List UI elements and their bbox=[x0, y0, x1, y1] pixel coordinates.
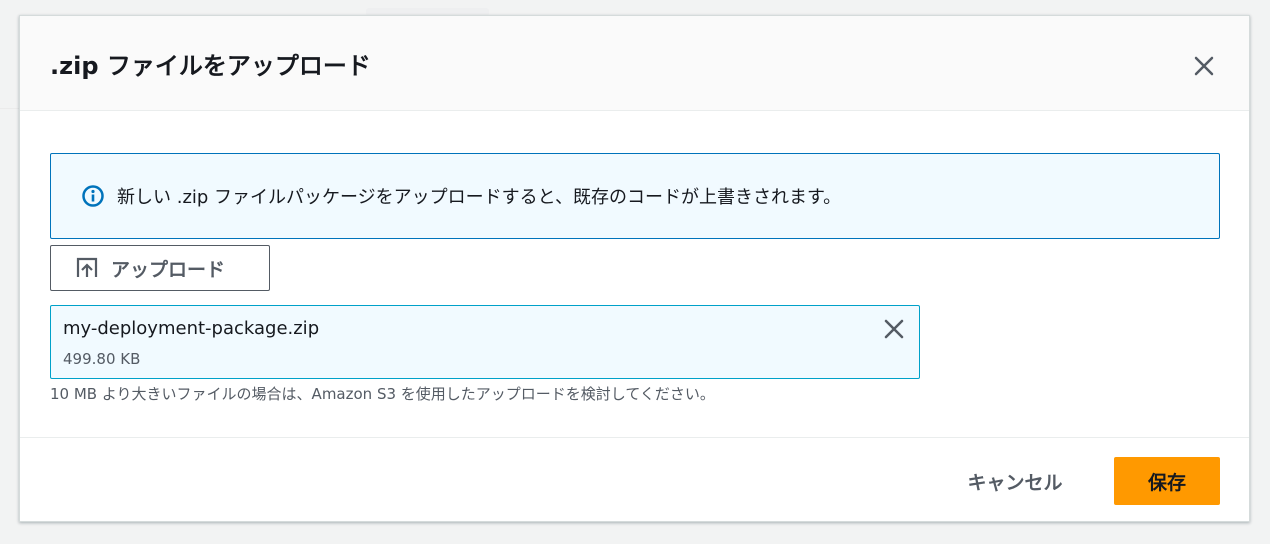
remove-file-button[interactable] bbox=[879, 314, 909, 344]
info-alert-text: 新しい .zip ファイルパッケージをアップロードすると、既存のコードが上書きさ… bbox=[117, 187, 842, 208]
upload-icon bbox=[75, 256, 99, 280]
dialog-footer: キャンセル 保存 bbox=[20, 438, 1249, 522]
dialog-body: 新しい .zip ファイルパッケージをアップロードすると、既存のコードが上書きさ… bbox=[20, 111, 1249, 438]
file-name: my-deployment-package.zip bbox=[63, 318, 320, 339]
cancel-button[interactable]: キャンセル bbox=[950, 458, 1080, 504]
upload-button[interactable]: アップロード bbox=[50, 245, 270, 291]
close-button[interactable] bbox=[1189, 51, 1219, 81]
dialog-header: .zip ファイルをアップロード bbox=[20, 16, 1249, 111]
file-size: 499.80 KB bbox=[63, 350, 141, 368]
selected-file-token: my-deployment-package.zip 499.80 KB bbox=[50, 305, 920, 379]
file-size-hint: 10 MB より大きいファイルの場合は、Amazon S3 を使用したアップロー… bbox=[50, 385, 715, 403]
close-icon bbox=[1194, 56, 1214, 76]
upload-zip-dialog: .zip ファイルをアップロード 新しい .zip ファイルパッケージをアップロ… bbox=[19, 15, 1250, 522]
upload-button-label: アップロード bbox=[111, 258, 226, 281]
info-alert: 新しい .zip ファイルパッケージをアップロードすると、既存のコードが上書きさ… bbox=[50, 153, 1220, 239]
save-button[interactable]: 保存 bbox=[1114, 457, 1220, 505]
close-icon bbox=[884, 319, 904, 339]
dialog-title: .zip ファイルをアップロード bbox=[50, 52, 371, 80]
info-icon bbox=[81, 184, 105, 208]
